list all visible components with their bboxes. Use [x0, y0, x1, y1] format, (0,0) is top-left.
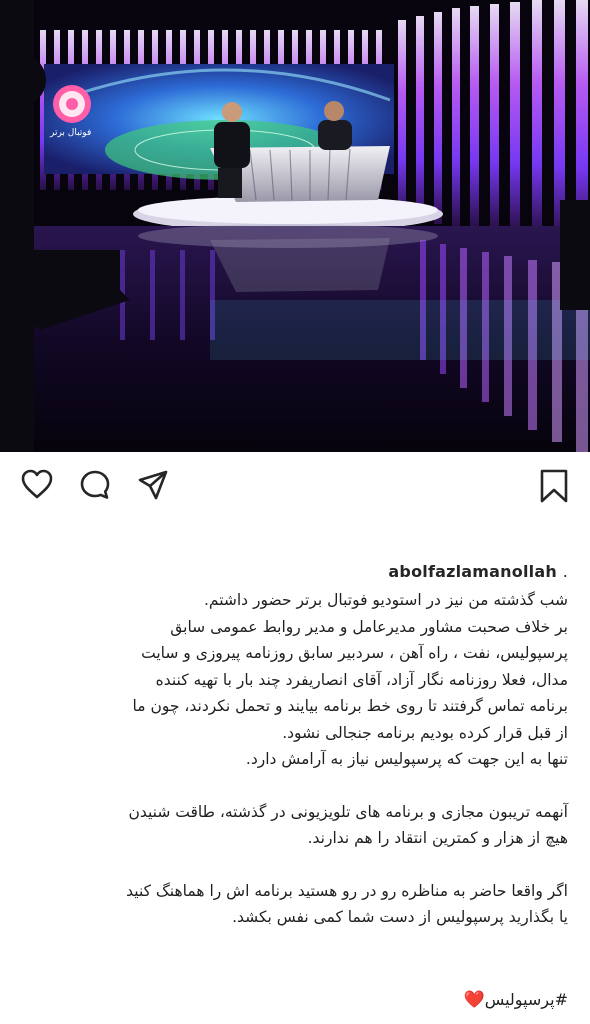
- paper-plane-icon[interactable]: [136, 468, 170, 506]
- heart-outline-icon[interactable]: [20, 468, 54, 504]
- caption-paragraph-3: اگر واقعا حاضر به مناظره رو در رو هستید …: [22, 878, 568, 931]
- comment-bubble-icon[interactable]: [78, 468, 112, 506]
- post-action-bar: [0, 452, 590, 522]
- caption-line: برنامه تماس گرفتند تا روی خط برنامه بیای…: [132, 697, 568, 715]
- show-logo-text: فوتبال برتر: [50, 128, 92, 138]
- caption-line: هیچ از هزار و کمترین انتقاد را هم ندارند…: [307, 829, 568, 847]
- caption-paragraph-1: شب گذشته من نیز در استودیو فوتبال برتر ح…: [22, 587, 568, 773]
- hashtag-link[interactable]: #پرسپولیس: [485, 990, 568, 1009]
- heart-emoji: ❤️: [463, 990, 485, 1010]
- hashtag-row: #پرسپولیس❤️: [464, 990, 568, 1010]
- caption-paragraph-2: آنهمه تریبون مجازی و برنامه های تلویزیون…: [22, 799, 568, 852]
- caption-line: از قبل قرار کرده بودیم برنامه جنجالی نشو…: [282, 723, 568, 742]
- caption-line: پرسپولیس، نفت ، راه آهن ، سردبیر سابق رو…: [141, 644, 568, 662]
- caption-username-row: abolfazlamanollah .: [22, 562, 568, 581]
- caption-line: یا بگذارید پرسپولیس از دست شما کمی نفس ب…: [232, 908, 568, 926]
- bookmark-outline-icon[interactable]: [538, 468, 570, 508]
- post-photo[interactable]: فوتبال برتر: [0, 0, 590, 452]
- caption-line: اگر واقعا حاضر به مناظره رو در رو هستید …: [126, 881, 568, 900]
- caption-line: بر خلاف صحبت مشاور مدیرعامل و مدیر روابط…: [170, 617, 568, 636]
- username-link[interactable]: abolfazlamanollah: [388, 562, 557, 581]
- caption-line: شب گذشته من نیز در استودیو فوتبال برتر ح…: [203, 591, 568, 609]
- username-suffix: .: [562, 562, 568, 581]
- studio-scene: [0, 0, 590, 452]
- caption-line: مدال، فعلا روزنامه نگار آزاد، آقای انصار…: [155, 670, 568, 689]
- caption-line: آنهمه تریبون مجازی و برنامه های تلویزیون…: [128, 802, 568, 821]
- post-caption: abolfazlamanollah . شب گذشته من نیز در ا…: [0, 562, 590, 931]
- caption-line: تنها به این جهت که پرسپولیس نیاز به آرام…: [245, 750, 568, 768]
